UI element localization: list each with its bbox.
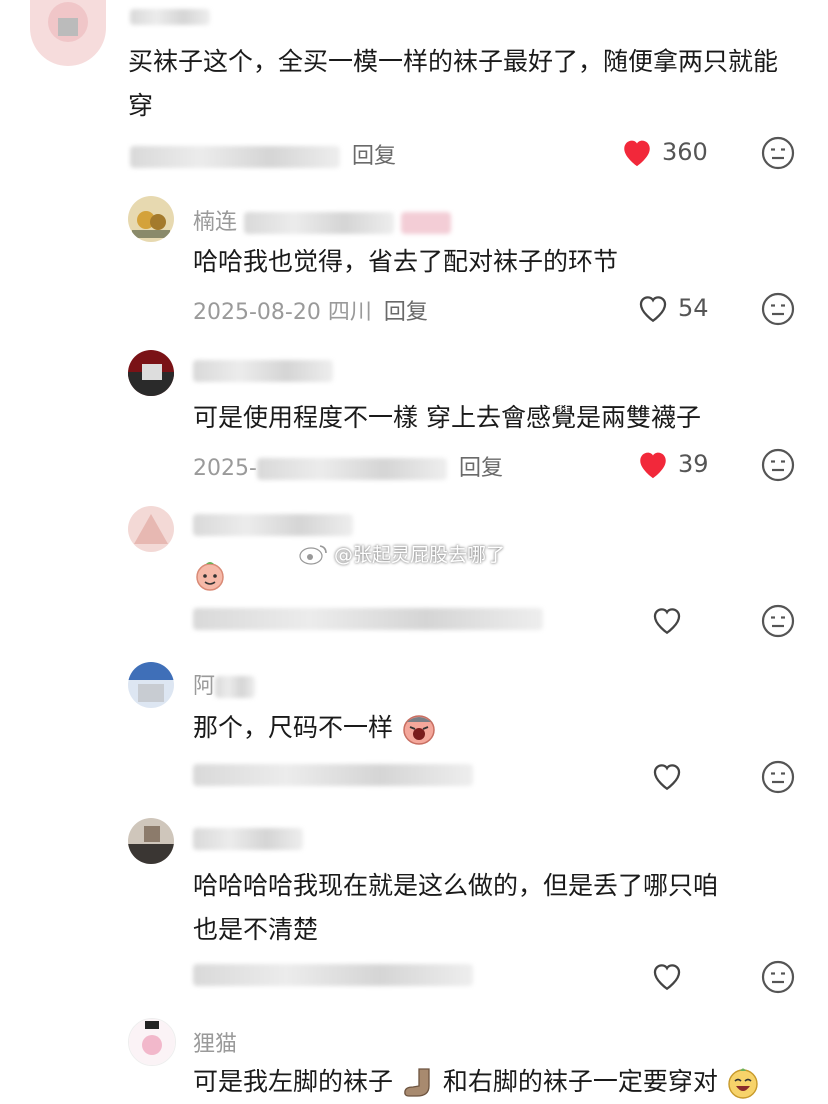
avatar[interactable] xyxy=(128,350,174,396)
heart-icon xyxy=(653,764,681,791)
weibo-logo-icon xyxy=(299,544,327,565)
like-count: 39 xyxy=(678,450,709,478)
avatar[interactable] xyxy=(128,196,174,242)
username[interactable]: 楠连 xyxy=(193,204,452,236)
sock-icon xyxy=(404,1068,430,1097)
watermark-text: @张起灵屁股去哪了 xyxy=(334,544,506,566)
reply-button[interactable]: 回复 xyxy=(384,300,428,325)
heart-icon xyxy=(653,608,681,635)
reply-button[interactable]: 回复 xyxy=(352,144,396,169)
avatar[interactable] xyxy=(128,818,174,864)
dislike-face-icon[interactable] xyxy=(761,136,795,170)
watermark: @张起灵屁股去哪了 xyxy=(298,540,505,567)
username-blurred[interactable] xyxy=(193,512,353,537)
dislike-face-icon[interactable] xyxy=(761,604,795,638)
heart-icon xyxy=(639,296,667,323)
avatar[interactable] xyxy=(128,1018,176,1066)
username-blurred[interactable] xyxy=(130,4,210,29)
comment-text: 可是使用程度不一樣 穿上去會感覺是兩雙襪子 xyxy=(193,403,701,432)
crying-face-emoji-icon xyxy=(403,715,435,745)
heart-icon xyxy=(624,140,650,167)
comment-meta xyxy=(193,762,473,787)
avatar[interactable] xyxy=(128,506,174,552)
comment-meta xyxy=(193,962,473,987)
dislike-face-icon[interactable] xyxy=(761,960,795,994)
username[interactable]: 阿 xyxy=(193,668,256,700)
comment-meta: 2025-08-20 四川 回复 xyxy=(193,294,428,326)
laughing-face-emoji-icon xyxy=(728,1068,758,1099)
peach-face-emoji-icon xyxy=(196,562,224,591)
dislike-face-icon[interactable] xyxy=(761,448,795,482)
like-button[interactable]: 54 xyxy=(636,292,709,324)
reply-button[interactable]: 回复 xyxy=(459,456,503,481)
comment-text: 那个，尺码不一样 xyxy=(193,706,437,750)
username-blurred[interactable] xyxy=(193,826,303,851)
comment-text: 买袜子这个，全买一模一样的袜子最好了，随便拿两只就能穿 xyxy=(128,47,779,120)
comment-emoji xyxy=(193,552,227,596)
like-count: 54 xyxy=(678,294,709,322)
comment-text: 哈哈我也觉得，省去了配对袜子的环节 xyxy=(193,247,619,276)
dislike-face-icon[interactable] xyxy=(761,292,795,326)
like-button[interactable]: 39 xyxy=(636,448,709,480)
like-button[interactable] xyxy=(650,604,684,636)
like-count: 360 xyxy=(662,138,708,166)
like-button[interactable]: 360 xyxy=(620,136,708,168)
comment-meta: 回复 xyxy=(130,138,396,170)
comment-text: 哈哈哈哈我现在就是这么做的，但是丢了哪只咱 也是不清楚 xyxy=(193,871,719,944)
comment-meta xyxy=(193,606,543,631)
heart-icon xyxy=(640,452,666,479)
avatar[interactable] xyxy=(30,0,106,66)
comment-meta: 2025- 回复 xyxy=(193,456,503,481)
comment-date-location: 2025-08-20 四川 xyxy=(193,300,372,325)
heart-icon xyxy=(653,964,681,991)
username[interactable]: 狸猫 xyxy=(193,1026,237,1058)
like-button[interactable] xyxy=(650,760,684,792)
avatar[interactable] xyxy=(128,662,174,708)
like-button[interactable] xyxy=(650,960,684,992)
comment-text: 可是我左脚的袜子 和右脚的袜子一定要穿对 xyxy=(193,1060,760,1104)
dislike-face-icon[interactable] xyxy=(761,760,795,794)
username-blurred[interactable] xyxy=(193,358,333,383)
